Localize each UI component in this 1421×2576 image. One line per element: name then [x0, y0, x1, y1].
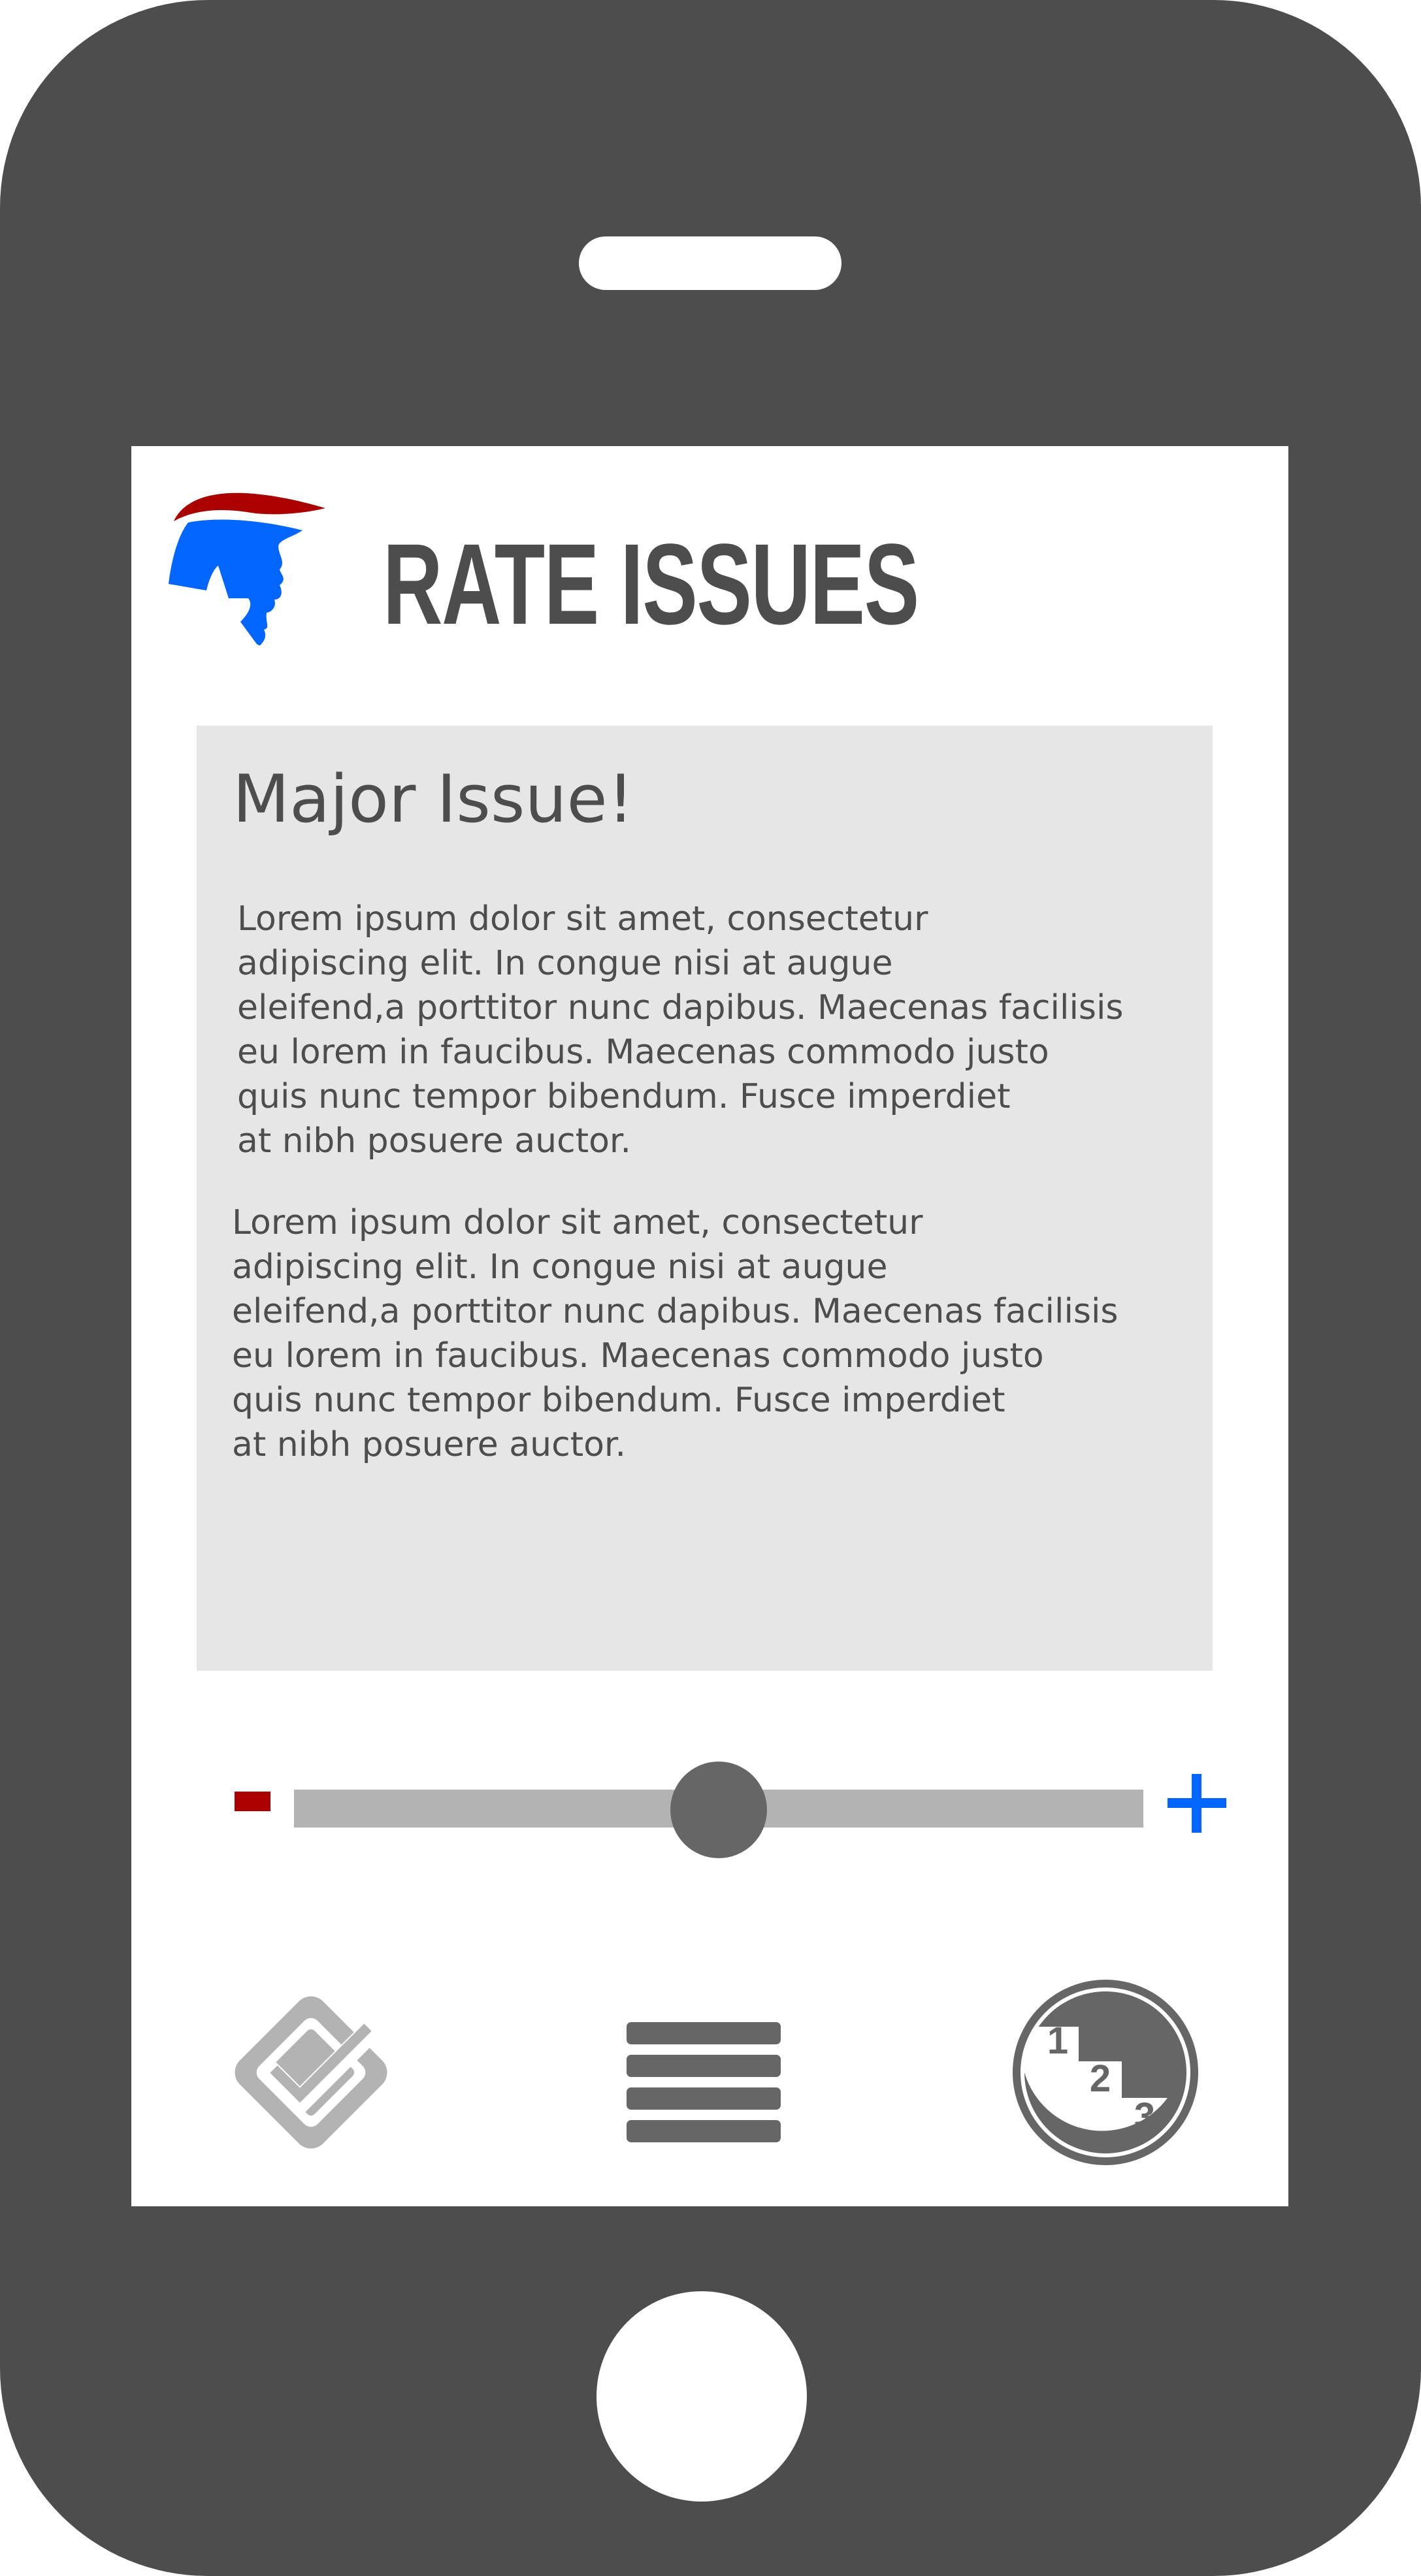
home-button[interactable] — [596, 2291, 807, 2502]
issue-heading: Major Issue! — [233, 760, 634, 837]
profile-head-logo — [169, 492, 325, 646]
app-title: RATE ISSUES — [383, 521, 919, 649]
phone-speaker — [579, 236, 841, 290]
app-screen: RATE ISSUES Major Issue! Lorem ipsum dol… — [131, 446, 1288, 2206]
minus-icon[interactable] — [235, 1792, 270, 1811]
logo-face-shape — [169, 519, 302, 646]
rank-1-label: 1 — [1047, 2020, 1068, 2062]
menu-bar — [627, 2055, 781, 2077]
rating-slider[interactable] — [229, 1746, 1226, 1863]
rank-2-label: 2 — [1090, 2057, 1111, 2100]
list-menu-icon[interactable] — [613, 1978, 803, 2167]
plus-icon[interactable] — [1168, 1774, 1226, 1833]
menu-bar — [627, 2022, 781, 2044]
double-check-icon[interactable] — [216, 1978, 406, 2167]
phone-device: RATE ISSUES Major Issue! Lorem ipsum dol… — [0, 0, 1421, 2576]
slider-thumb[interactable] — [670, 1762, 767, 1858]
issue-paragraph: Lorem ipsum dolor sit amet, consectetur … — [237, 899, 1124, 1161]
menu-bar — [627, 2087, 781, 2110]
menu-bar — [627, 2120, 781, 2142]
logo-hair-shape — [174, 492, 325, 521]
issue-paragraph: Lorem ipsum dolor sit amet, consectetur … — [232, 1203, 1119, 1464]
issue-card: Major Issue! Lorem ipsum dolor sit amet,… — [197, 726, 1213, 1671]
ranking-podium-icon[interactable]: 1 2 3 — [1011, 1978, 1200, 2167]
rank-3-label: 3 — [1134, 2095, 1155, 2138]
